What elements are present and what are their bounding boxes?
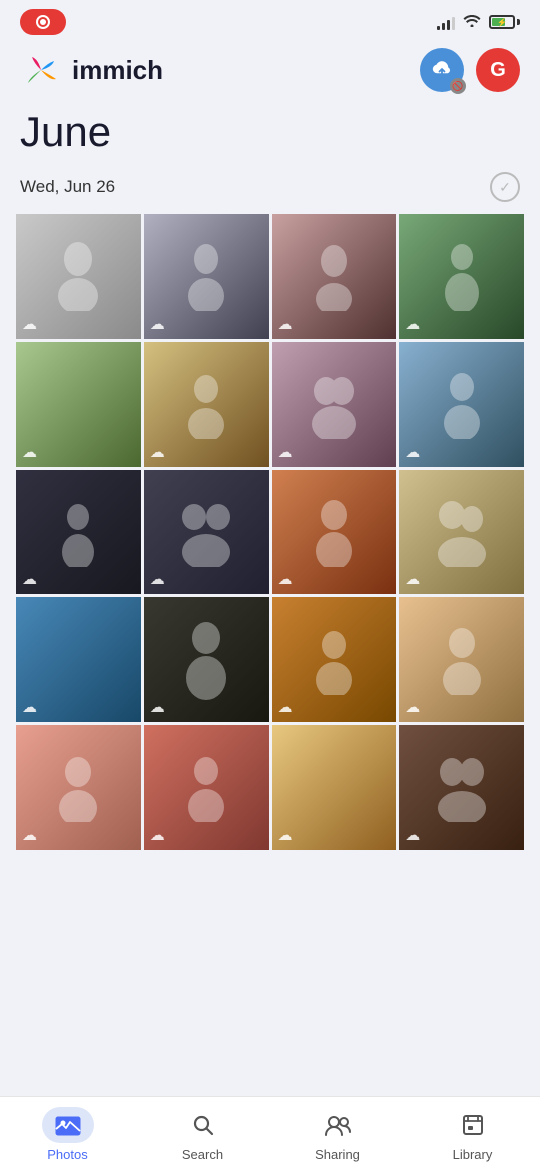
photo-cell[interactable]: ☁ [272, 597, 397, 722]
wifi-icon [463, 13, 481, 32]
sharing-icon [324, 1113, 352, 1137]
month-title: June [16, 108, 524, 156]
photo-cell[interactable]: ☁ [272, 725, 397, 850]
sharing-nav-icon-wrap [312, 1107, 364, 1143]
cloud-icon: ☁ [278, 698, 293, 716]
search-icon [191, 1113, 215, 1137]
cloud-icon: ☁ [22, 826, 37, 844]
status-bar: ⚡ [0, 0, 540, 40]
photo-cell[interactable]: ☁ [144, 214, 269, 339]
nav-item-sharing[interactable]: Sharing [303, 1107, 373, 1162]
avatar[interactable]: G [476, 48, 520, 92]
photo-cell[interactable]: ☁ [272, 470, 397, 595]
cloud-icon: ☁ [150, 315, 165, 333]
photo-grid: ☁ ☁ ☁ ☁ ☁ ☁ [16, 214, 524, 850]
date-label: Wed, Jun 26 [20, 177, 115, 197]
signal-icon [437, 14, 455, 30]
logo-icon [20, 49, 62, 91]
cloud-icon: ☁ [150, 443, 165, 461]
bottom-navigation: Photos Search Sharing [0, 1096, 540, 1170]
library-nav-icon-wrap [447, 1107, 499, 1143]
nav-item-photos[interactable]: Photos [33, 1107, 103, 1162]
photo-cell[interactable]: ☁ [16, 725, 141, 850]
photo-cell[interactable]: ☁ [399, 214, 524, 339]
search-nav-label: Search [182, 1147, 223, 1162]
photo-cell[interactable]: ☁ [16, 597, 141, 722]
cloud-icon: ☁ [22, 570, 37, 588]
library-nav-label: Library [453, 1147, 493, 1162]
nav-item-search[interactable]: Search [168, 1107, 238, 1162]
nav-item-library[interactable]: Library [438, 1107, 508, 1162]
header-actions: 🚫 G [420, 48, 520, 92]
photo-cell[interactable]: ☁ [16, 342, 141, 467]
cloud-icon: ☁ [22, 698, 37, 716]
photo-cell[interactable]: ☁ [144, 470, 269, 595]
photo-cell[interactable]: ☁ [144, 725, 269, 850]
cloud-icon: ☁ [278, 443, 293, 461]
photo-cell[interactable]: ☁ [399, 597, 524, 722]
photo-cell[interactable]: ☁ [144, 342, 269, 467]
status-right: ⚡ [437, 13, 520, 32]
select-all-button[interactable]: ✓ [490, 172, 520, 202]
recording-pill [20, 9, 66, 35]
upload-badge: 🚫 [450, 78, 466, 94]
photo-cell[interactable]: ☁ [272, 214, 397, 339]
photos-icon [55, 1114, 81, 1136]
app-header: immich 🚫 G [0, 40, 540, 108]
photo-cell[interactable]: ☁ [16, 470, 141, 595]
cloud-icon: ☁ [405, 698, 420, 716]
cloud-icon: ☁ [405, 570, 420, 588]
cloud-icon: ☁ [150, 570, 165, 588]
upload-button[interactable]: 🚫 [420, 48, 464, 92]
cloud-icon: ☁ [278, 826, 293, 844]
cloud-icon: ☁ [278, 570, 293, 588]
cloud-icon: ☁ [150, 826, 165, 844]
cloud-icon: ☁ [150, 698, 165, 716]
photos-nav-icon-wrap [42, 1107, 94, 1143]
photos-nav-label: Photos [47, 1147, 87, 1162]
date-row: Wed, Jun 26 ✓ [16, 172, 524, 202]
recording-circle [36, 15, 50, 29]
battery-icon: ⚡ [489, 15, 520, 29]
status-left [20, 9, 66, 35]
checkmark-icon: ✓ [499, 179, 511, 196]
photo-cell[interactable]: ☁ [399, 470, 524, 595]
search-nav-icon-wrap [177, 1107, 229, 1143]
logo: immich [20, 49, 163, 91]
cloud-upload-icon [431, 59, 453, 81]
main-content: June Wed, Jun 26 ✓ ☁ ☁ ☁ [0, 108, 540, 850]
cloud-icon: ☁ [405, 443, 420, 461]
photo-cell[interactable]: ☁ [144, 597, 269, 722]
photo-cell[interactable]: ☁ [272, 342, 397, 467]
cloud-icon: ☁ [278, 315, 293, 333]
app-title: immich [72, 55, 163, 86]
cloud-icon: ☁ [405, 315, 420, 333]
photo-cell[interactable]: ☁ [16, 214, 141, 339]
photo-cell[interactable]: ☁ [399, 342, 524, 467]
library-icon [461, 1113, 485, 1137]
cloud-icon: ☁ [22, 315, 37, 333]
sharing-nav-label: Sharing [315, 1147, 360, 1162]
photo-cell[interactable]: ☁ [399, 725, 524, 850]
cloud-icon: ☁ [405, 826, 420, 844]
cloud-icon: ☁ [22, 443, 37, 461]
